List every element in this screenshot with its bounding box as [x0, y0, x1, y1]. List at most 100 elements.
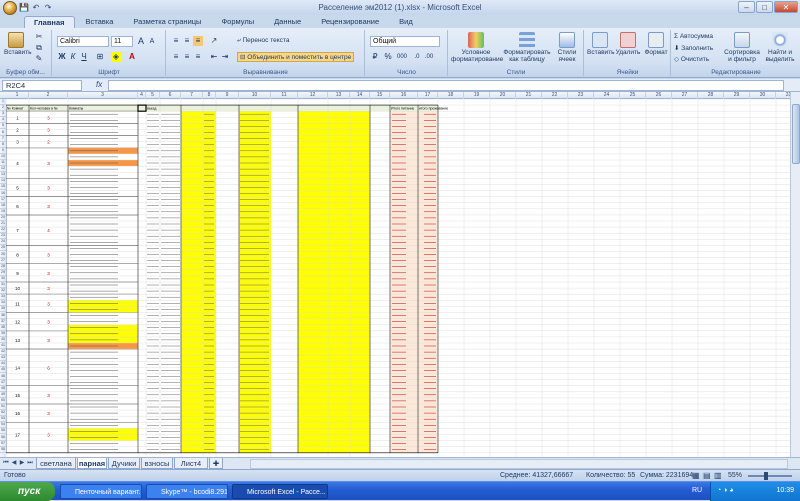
insert-cells-button[interactable]: Вставить [587, 32, 615, 56]
zoom-slider[interactable] [748, 475, 792, 477]
tab-data[interactable]: Данные [265, 16, 310, 28]
italic-button[interactable]: К [68, 52, 78, 62]
column-header[interactable]: 20 [490, 92, 516, 99]
tab-view[interactable]: Вид [390, 16, 422, 28]
find-select-button[interactable]: Найти и выделить [762, 32, 798, 63]
align-middle-icon[interactable]: ≡ [182, 36, 192, 46]
fill-button[interactable]: ⬇ Заполнить [674, 44, 713, 52]
increase-indent-icon[interactable]: ⇥ [220, 52, 230, 62]
orientation-icon[interactable]: ↗ [209, 36, 219, 46]
column-header[interactable]: 14 [350, 92, 370, 99]
decrease-decimal-icon[interactable]: .00 [424, 52, 434, 62]
minimize-button[interactable]: – [738, 1, 755, 13]
column-header[interactable]: 15 [370, 92, 390, 99]
prev-sheet-icon[interactable]: ◀ [10, 459, 18, 468]
column-header[interactable]: 16 [390, 92, 418, 99]
tab-home[interactable]: Главная [24, 16, 75, 28]
taskbar-app-2[interactable]: Skype™ - bcodi8.291 [146, 484, 228, 499]
column-header[interactable]: 2 [29, 92, 68, 99]
worksheet-grid[interactable]: 1 2 3 4 5 6 7 8 9 10 11 12 13 14 15 16 17 18 19 20 21 22 23 24 2… [0, 92, 800, 457]
align-bottom-icon[interactable]: ≡ [193, 36, 203, 46]
sheet-tab-list4[interactable]: Лист4 [174, 458, 208, 469]
decrease-indent-icon[interactable]: ⇤ [209, 52, 219, 62]
column-header[interactable]: 19 [464, 92, 490, 99]
column-header[interactable]: 9 [216, 92, 239, 99]
align-right-icon[interactable]: ≡ [193, 52, 203, 62]
merge-center-button[interactable]: ⊟ Объединить и поместить в центре [237, 52, 355, 62]
paste-button[interactable]: Вставить [4, 32, 32, 56]
column-header[interactable]: 6 [160, 92, 181, 99]
format-table-button[interactable]: Форматировать как таблицу [503, 32, 551, 63]
language-indicator[interactable]: RU [692, 487, 702, 494]
column-header[interactable]: 11 [271, 92, 298, 99]
view-normal-icon[interactable]: ▦ [692, 471, 700, 480]
start-button[interactable]: пуск [0, 482, 55, 501]
cut-icon[interactable]: ✂ [34, 32, 44, 42]
first-sheet-icon[interactable]: ⏮ [2, 459, 10, 468]
font-name-combo[interactable]: Calibri [57, 36, 109, 47]
number-format-combo[interactable]: Общий [370, 36, 440, 47]
percent-icon[interactable]: % [383, 52, 393, 62]
grow-font-icon[interactable]: A [136, 36, 146, 46]
column-header[interactable]: 8 [203, 92, 216, 99]
new-sheet-icon[interactable]: ✚ [209, 458, 223, 469]
column-header[interactable]: 1 [6, 92, 29, 99]
delete-cells-button[interactable]: Удалить [615, 32, 641, 56]
align-left-icon[interactable]: ≡ [171, 52, 181, 62]
shrink-font-icon[interactable]: A [147, 37, 157, 47]
autosum-button[interactable]: Σ Автосумма [674, 33, 713, 40]
view-pagebreak-icon[interactable]: ▥ [714, 471, 722, 480]
clear-button[interactable]: ◇ Очистить [674, 55, 709, 63]
fill-color-icon[interactable]: ◈ [111, 52, 121, 62]
view-layout-icon[interactable]: ▤ [703, 471, 711, 480]
column-header[interactable]: 26 [646, 92, 672, 99]
name-box[interactable]: R2C4 [2, 80, 82, 91]
format-cells-button[interactable]: Формат [643, 32, 669, 56]
underline-button[interactable]: Ч [79, 52, 89, 62]
copy-icon[interactable]: ⧉ [34, 43, 44, 53]
cell-styles-button[interactable]: Стили ячеек [553, 32, 581, 63]
zoom-slider-thumb[interactable] [764, 472, 768, 480]
tray-icons[interactable]: ◔ ◑ ◕ [717, 487, 734, 494]
vertical-scroll-thumb[interactable] [792, 104, 800, 164]
column-header[interactable]: 30 [750, 92, 776, 99]
column-header[interactable]: 5 [146, 92, 160, 99]
sheet-tab-vznosy[interactable]: взносы [141, 458, 173, 469]
borders-icon[interactable]: ⊞ [95, 52, 105, 62]
last-sheet-icon[interactable]: ⏭ [26, 459, 34, 468]
column-header[interactable]: 29 [724, 92, 750, 99]
column-header[interactable]: 21 [516, 92, 542, 99]
column-header[interactable]: 24 [594, 92, 620, 99]
tab-review[interactable]: Рецензирование [312, 16, 388, 28]
column-header[interactable]: 10 [239, 92, 271, 99]
sheet-tab-duchiki[interactable]: Дучики [108, 458, 140, 469]
tab-page-layout[interactable]: Разметка страницы [124, 16, 210, 28]
maximize-button[interactable]: □ [756, 1, 773, 13]
conditional-format-button[interactable]: Условное форматирование [451, 32, 503, 63]
horizontal-scrollbar[interactable] [250, 459, 788, 469]
sort-filter-button[interactable]: Сортировка и фильтр [724, 32, 760, 63]
increase-decimal-icon[interactable]: .0 [412, 52, 422, 62]
column-header[interactable]: 28 [698, 92, 724, 99]
thousands-icon[interactable]: 000 [395, 52, 409, 62]
wrap-text-button[interactable]: ⤶ Перенос текста [237, 37, 289, 45]
column-header[interactable]: 13 [328, 92, 350, 99]
column-header[interactable]: 27 [672, 92, 698, 99]
vertical-scrollbar[interactable] [790, 92, 800, 457]
format-painter-icon[interactable]: ✎ [34, 54, 44, 64]
tab-formulas[interactable]: Формулы [212, 16, 263, 28]
column-header[interactable]: 22 [542, 92, 568, 99]
tab-insert[interactable]: Вставка [77, 16, 123, 28]
bold-button[interactable]: Ж [57, 52, 67, 62]
taskbar-app-excel[interactable]: Microsoft Excel - Рассе... [232, 484, 328, 499]
column-header[interactable]: 17 [418, 92, 438, 99]
taskbar-app-1[interactable]: Пенточный вариант... [60, 484, 142, 499]
close-button[interactable]: ✕ [774, 1, 798, 13]
align-top-icon[interactable]: ≡ [171, 36, 181, 46]
formula-input[interactable] [108, 80, 784, 91]
font-color-icon[interactable]: A [127, 52, 137, 62]
currency-icon[interactable]: ₽ [370, 52, 380, 62]
column-header[interactable]: 23 [568, 92, 594, 99]
next-sheet-icon[interactable]: ▶ [18, 459, 26, 468]
align-center-icon[interactable]: ≡ [182, 52, 192, 62]
